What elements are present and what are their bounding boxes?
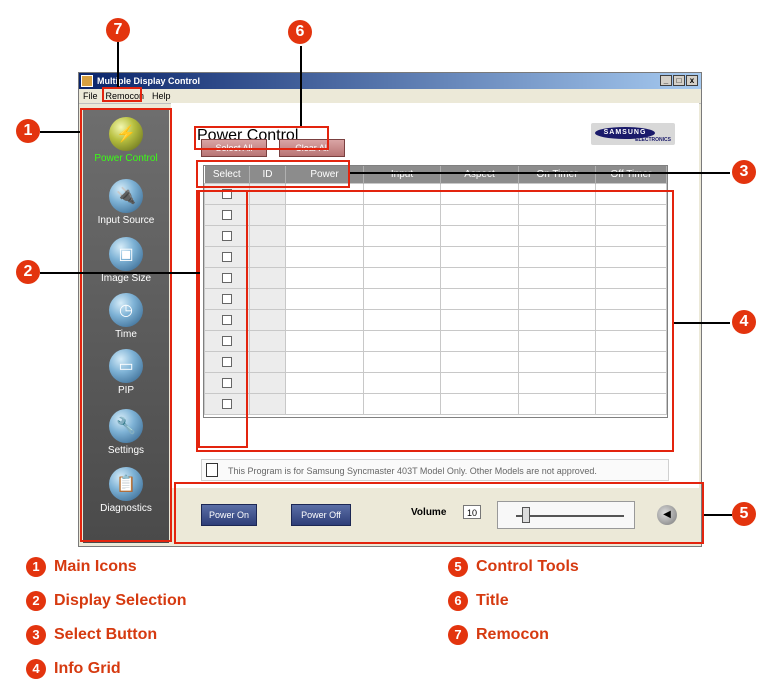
legend-item-select-button: 3 Select Button [26,624,157,646]
model-notice: This Program is for Samsung Syncmaster 4… [201,459,669,481]
menu-bar: File Remocon Help [79,89,701,104]
legend-item-main-icons: 1 Main Icons [26,556,137,578]
legend-number: 5 [448,557,468,577]
callout-6: 6 [288,20,312,44]
legend-label: Remocon [476,626,549,643]
menu-file[interactable]: File [79,89,102,103]
callout-box-title [194,126,329,150]
brand-sub: ELECTRONICS [635,137,671,143]
callout-7: 7 [106,18,130,42]
callout-2: 2 [16,260,40,284]
app-icon [81,75,93,87]
close-button[interactable]: x [686,75,698,86]
legend-number: 7 [448,625,468,645]
legend-number: 2 [26,591,46,611]
note-icon [206,463,218,477]
menu-help[interactable]: Help [148,89,175,103]
legend-item-control-tools: 5 Control Tools [448,556,579,578]
callout-5: 5 [732,502,756,526]
leader-line [40,131,80,133]
brand-logo: SAMSUNG ELECTRONICS [591,123,675,145]
callout-box-main-icons [80,108,172,542]
callout-3: 3 [732,160,756,184]
legend-label: Display Selection [54,592,187,609]
legend-label: Control Tools [476,558,579,575]
leader-line [40,272,200,274]
notice-text: This Program is for Samsung Syncmaster 4… [228,466,597,476]
column-header[interactable]: Off Timer [595,166,667,184]
minimize-button[interactable]: _ [660,75,672,86]
column-header[interactable]: Input [363,166,441,184]
legend-item-title: 6 Title [448,590,509,612]
column-header[interactable]: On Timer [518,166,596,184]
legend-label: Info Grid [54,660,121,677]
leader-line [300,46,302,126]
callout-box-control-tools [174,482,704,544]
callout-box-select-button [196,160,350,188]
callout-1: 1 [16,119,40,143]
legend-label: Main Icons [54,558,137,575]
maximize-button[interactable]: □ [673,75,685,86]
callout-4: 4 [732,310,756,334]
callout-box-remocon [102,87,142,102]
leader-line [117,42,119,87]
legend-label: Title [476,592,509,609]
legend-number: 1 [26,557,46,577]
legend-item-info-grid: 4 Info Grid [26,658,121,680]
legend-label: Select Button [54,626,158,643]
title-bar: Multiple Display Control _ □ x [79,73,701,89]
legend-number: 3 [26,625,46,645]
leader-line [350,172,730,174]
leader-line [704,514,732,516]
legend-item-display-selection: 2 Display Selection [26,590,187,612]
leader-line [674,322,730,324]
column-header[interactable]: Aspect [440,166,519,184]
legend-item-remocon: 7 Remocon [448,624,549,646]
legend-number: 6 [448,591,468,611]
callout-box-info-grid [196,190,674,452]
legend-number: 4 [26,659,46,679]
window-title: Multiple Display Control [97,76,201,86]
